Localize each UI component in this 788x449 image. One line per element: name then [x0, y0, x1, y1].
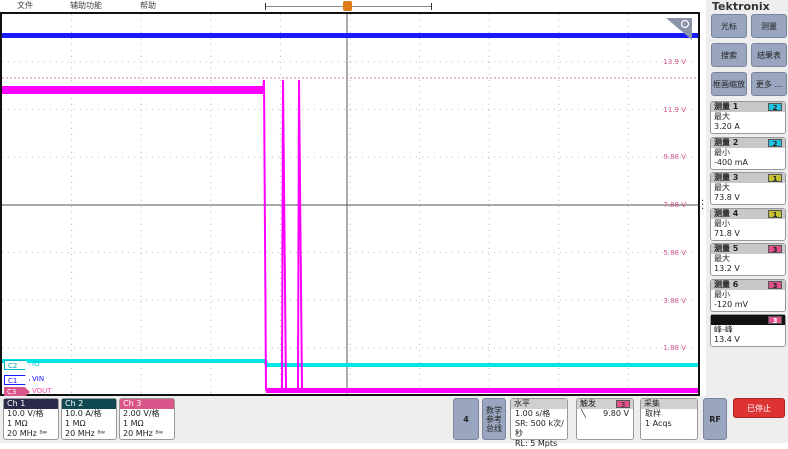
add-channel-4-button[interactable]: 4: [453, 398, 479, 440]
measurement-type: 峰-峰: [714, 325, 733, 334]
measurement-badge[interactable]: 测量 1 2 最大 3.20 A: [710, 101, 786, 134]
more-handle-icon[interactable]: · · ·: [701, 197, 704, 215]
measurement-type: 最小: [714, 218, 730, 228]
measurement-type: 最大: [714, 254, 730, 263]
measurement-value: 73.8 V: [714, 193, 740, 202]
side-button-5[interactable]: 更多 ...: [751, 72, 787, 96]
measurement-value: -400 mA: [714, 157, 748, 167]
measurement-title: 测量 1: [714, 102, 739, 111]
measurement-title: 测量 2: [714, 137, 739, 147]
measurement-badge[interactable]: 测量 4 1 最小 71.8 V: [710, 207, 786, 241]
trace-tag-c1[interactable]: C1: [4, 375, 30, 385]
bandwidth-limit-icon: ᴮʷ: [155, 429, 163, 438]
scale-label: 3.88 V: [663, 296, 686, 305]
trigger-badge[interactable]: 触发 3 ╲ 9.80 V: [576, 398, 634, 440]
bandwidth-limit-icon: ᴮʷ: [39, 429, 47, 438]
menu-file[interactable]: 文件: [17, 0, 33, 11]
measurement-title: 测量 3: [714, 173, 739, 182]
side-button-4[interactable]: 框画缩放: [711, 72, 747, 96]
channel-badge-2[interactable]: Ch 2 10.0 A/格 1 MΩ 20 MHz ᴮʷ: [61, 398, 117, 440]
source-badge: 2: [768, 138, 782, 148]
measurement-badge[interactable]: 测量 5 3 最大 13.2 V: [710, 243, 786, 276]
measurement-badge[interactable]: 3 峰-峰 13.4 V: [710, 314, 786, 347]
side-button-2[interactable]: 搜索: [711, 43, 747, 67]
source-badge: 2: [768, 103, 782, 112]
trace-tag-c2[interactable]: C2: [4, 360, 30, 370]
rf-button[interactable]: RF: [703, 398, 727, 440]
measurement-badge[interactable]: 测量 6 3 最小 -120 mV: [710, 278, 786, 312]
measurement-value: 71.8 V: [714, 228, 740, 238]
trace-label-vin: VIN: [32, 375, 45, 383]
trace-label-vout: VOUT: [32, 387, 52, 395]
measurement-type: 最大: [714, 183, 730, 192]
measurement-title: 测量 5: [714, 244, 739, 253]
scale-label: 7.88 V: [663, 201, 686, 210]
scale-label: 1.88 V: [663, 344, 686, 353]
menu-utility[interactable]: 辅助功能: [70, 0, 102, 11]
trace-label-io: IO: [32, 360, 40, 368]
ch1-waveform: [2, 33, 698, 38]
measurement-value: 13.4 V: [714, 335, 740, 344]
measurement-value: 13.2 V: [714, 264, 740, 273]
run-stop-button[interactable]: 已停止: [733, 398, 785, 418]
measurement-badge[interactable]: 测量 2 2 最小 -400 mA: [710, 136, 786, 170]
measurement-type: 最大: [714, 112, 730, 121]
ch3-waveform: [2, 79, 698, 391]
measurement-title: 测量 4: [714, 208, 739, 218]
menu-help[interactable]: 帮助: [140, 0, 156, 11]
channel-badge-1[interactable]: Ch 1 10.0 V/格 1 MΩ 20 MHz ᴮʷ: [3, 398, 59, 440]
trigger-position-marker[interactable]: [343, 1, 352, 11]
falling-edge-icon: ╲: [581, 409, 586, 418]
side-button-1[interactable]: 测量: [751, 14, 787, 38]
source-badge: 3: [768, 245, 782, 254]
ch2-waveform: [2, 359, 698, 367]
scale-label: 9.88 V: [663, 153, 686, 162]
graticule: [2, 14, 698, 394]
measurement-title: 测量 6: [714, 279, 739, 289]
measurement-type: 最小: [714, 289, 730, 299]
side-button-0[interactable]: 光标: [711, 14, 747, 38]
channel-badge-3[interactable]: Ch 3 2.00 V/格 1 MΩ 20 MHz ᴮʷ: [119, 398, 175, 440]
measurement-value: 3.20 A: [714, 122, 740, 131]
math-ref-bus-button[interactable]: 数学参考总线: [482, 398, 506, 440]
source-badge: 3: [768, 280, 782, 290]
measurement-value: -120 mV: [714, 299, 748, 309]
acquisition-badge[interactable]: 采集 取样 1 Acqs: [640, 398, 698, 440]
bandwidth-limit-icon: ᴮʷ: [97, 429, 105, 438]
horizontal-badge[interactable]: 水平 1.00 s/格 SR: 500 k次/秒 RL: 5 Mpts: [510, 398, 568, 448]
source-badge: 3: [768, 316, 782, 325]
tektronix-logo: Tektronix: [712, 0, 770, 13]
waveform-display[interactable]: 13.9 V 11.9 V 9.88 V 7.88 V 5.88 V 3.88 V 1.88…: [0, 12, 700, 397]
scale-label: 13.9 V: [663, 58, 686, 66]
scale-label: 11.9 V: [663, 105, 686, 114]
measurement-badge[interactable]: 测量 3 1 最大 73.8 V: [710, 172, 786, 205]
source-badge: 1: [768, 209, 782, 219]
measurement-type: 最小: [714, 147, 730, 157]
scale-label: 5.88 V: [663, 248, 686, 257]
side-button-3[interactable]: 结果表: [751, 43, 787, 67]
source-badge: 1: [768, 174, 782, 183]
